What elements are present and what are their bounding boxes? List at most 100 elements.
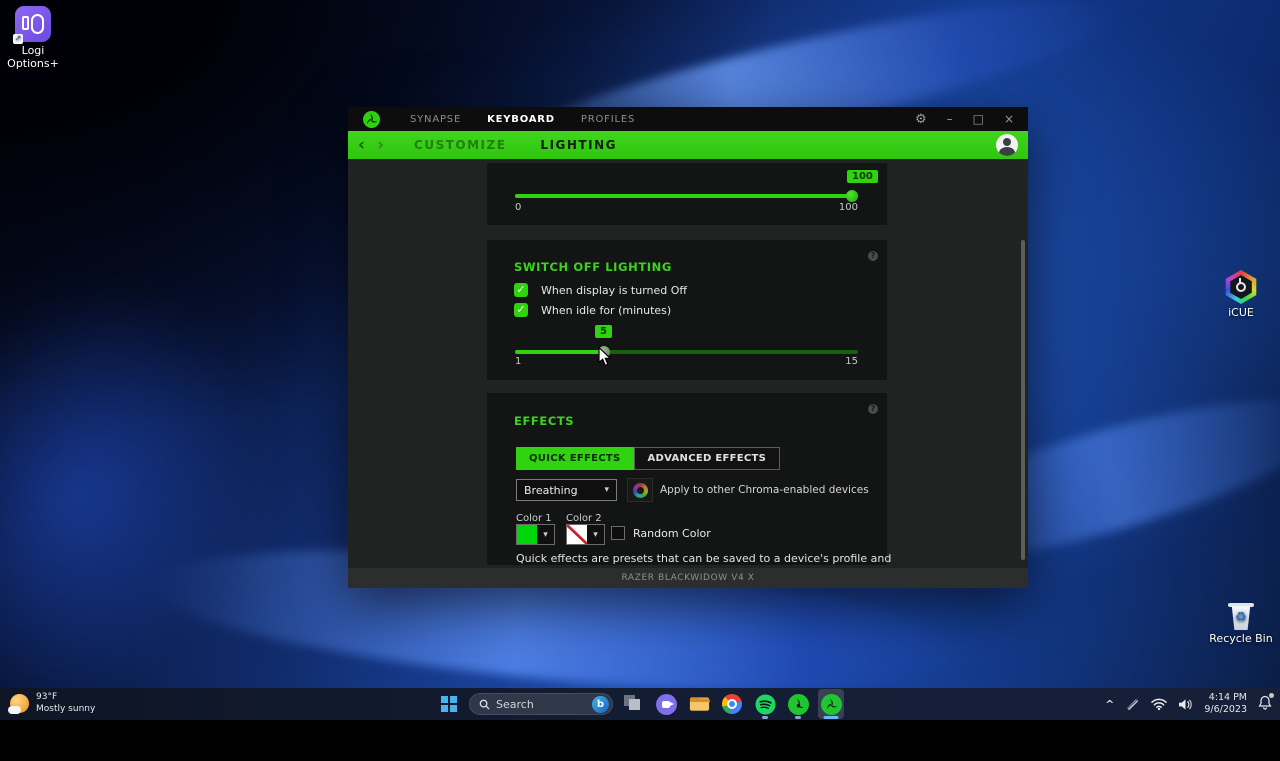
power-icon — [1236, 282, 1246, 292]
taskbar-app-razer-cortex[interactable] — [785, 689, 811, 719]
video-app-icon — [656, 694, 677, 715]
weather-sun-icon — [10, 694, 29, 713]
mouse-cursor — [598, 347, 613, 371]
brightness-value-badge: 100 — [847, 170, 878, 183]
taskbar-app-windows[interactable] — [620, 689, 646, 719]
effects-panel: EFFECTS ? QUICK EFFECTS ADVANCED EFFECTS… — [487, 393, 887, 565]
tab-quick-effects[interactable]: QUICK EFFECTS — [516, 447, 634, 470]
taskbar-search[interactable]: b — [469, 693, 613, 715]
taskbar: 93°F Mostly sunny b — [0, 688, 1280, 720]
running-indicator — [762, 716, 768, 719]
pen-icon[interactable] — [1125, 698, 1140, 711]
taskbar-app-spotify[interactable] — [752, 689, 778, 719]
tray-chevron-up-icon[interactable]: ^ — [1105, 698, 1114, 711]
forward-arrow-icon: › — [377, 137, 384, 154]
logi-options-icon: ↗ — [15, 6, 51, 42]
chevron-down-icon[interactable]: ▾ — [537, 525, 554, 544]
chevron-down-icon[interactable]: ▾ — [587, 525, 604, 544]
window-nav-bar: ‹ › CUSTOMIZE LIGHTING — [348, 131, 1028, 159]
notification-badge — [1269, 693, 1274, 698]
color2-swatch-none[interactable] — [567, 525, 587, 544]
tab-customize[interactable]: CUSTOMIZE — [414, 138, 506, 152]
brightness-slider-handle[interactable] — [846, 190, 858, 202]
chevron-down-icon: ▾ — [604, 485, 609, 495]
brightness-slider-track[interactable] — [515, 194, 858, 198]
desktop-icon-recycle-bin[interactable]: ♻ Recycle Bin — [1208, 602, 1274, 646]
chroma-icon — [633, 483, 648, 498]
taskbar-clock[interactable]: 4:14 PM 9/6/2023 — [1204, 692, 1247, 717]
desktop-icon-logi-options[interactable]: ↗ Logi Options+ — [0, 6, 66, 70]
icue-icon — [1224, 270, 1258, 304]
taskbar-app-chrome[interactable] — [719, 689, 745, 719]
checkbox-label: When display is turned Off — [541, 284, 687, 297]
option-idle[interactable]: ✓ When idle for (minutes) — [514, 303, 671, 317]
checkbox-checked-icon[interactable]: ✓ — [514, 283, 528, 297]
checkbox-label: When idle for (minutes) — [541, 304, 671, 317]
razer-cortex-icon — [788, 694, 809, 715]
tab-lighting[interactable]: LIGHTING — [540, 138, 617, 152]
weather-widget[interactable]: 93°F Mostly sunny — [10, 692, 95, 715]
volume-icon[interactable] — [1178, 698, 1193, 711]
lighting-settings-content: 100 0 100 SWITCH OFF LIGHTING ? ✓ When d… — [348, 159, 1028, 568]
brightness-max-label: 100 — [839, 202, 858, 213]
taskbar-app-video[interactable] — [653, 689, 679, 719]
option-display-off[interactable]: ✓ When display is turned Off — [514, 283, 687, 297]
window-controls: ⚙ – □ × — [915, 113, 1014, 126]
color1-picker[interactable]: ▾ — [516, 524, 555, 545]
maximize-button[interactable]: □ — [973, 113, 984, 125]
tab-keyboard[interactable]: KEYBOARD — [487, 114, 555, 125]
active-window-indicator — [824, 716, 839, 719]
effects-description: Quick effects are presets that can be sa… — [516, 552, 891, 565]
random-color-label: Random Color — [633, 527, 711, 540]
info-icon[interactable]: ? — [868, 404, 878, 414]
clock-date: 9/6/2023 — [1204, 704, 1247, 716]
window-titlebar: SYNAPSE KEYBOARD PROFILES ⚙ – □ × — [348, 107, 1028, 131]
color1-swatch[interactable] — [517, 525, 537, 544]
wifi-icon[interactable] — [1151, 698, 1167, 710]
device-footer: RAZER BLACKWIDOW V4 X — [348, 568, 1028, 588]
back-arrow-icon[interactable]: ‹ — [358, 137, 365, 154]
idle-slider-track[interactable] — [515, 350, 858, 354]
idle-max-label: 15 — [845, 356, 858, 367]
scrollbar-thumb[interactable] — [1021, 240, 1025, 560]
chroma-label: Apply to other Chroma-enabled devices — [660, 484, 869, 496]
file-explorer-icon — [689, 695, 710, 713]
system-tray: ^ 4:14 PM 9/6/2023 — [1105, 688, 1272, 720]
idle-minutes-value-badge: 5 — [595, 325, 612, 338]
windows-logo-icon — [441, 696, 457, 712]
switch-off-lighting-panel: SWITCH OFF LIGHTING ? ✓ When display is … — [487, 240, 887, 380]
spotify-icon — [755, 694, 776, 715]
bing-icon[interactable]: b — [592, 696, 609, 713]
idle-min-label: 1 — [515, 356, 521, 367]
section-title: SWITCH OFF LIGHTING — [514, 260, 672, 274]
tab-synapse[interactable]: SYNAPSE — [410, 114, 461, 125]
tab-advanced-effects[interactable]: ADVANCED EFFECTS — [634, 447, 781, 470]
random-color-checkbox[interactable] — [611, 526, 625, 540]
running-indicator — [795, 716, 801, 719]
color1-label: Color 1 — [516, 513, 552, 524]
notifications-button[interactable] — [1258, 695, 1272, 714]
weather-condition: Mostly sunny — [36, 704, 95, 716]
recycle-symbol-icon: ♻ — [1235, 611, 1247, 626]
tab-profiles[interactable]: PROFILES — [581, 114, 635, 125]
section-title: EFFECTS — [514, 414, 574, 428]
account-avatar[interactable] — [996, 134, 1018, 156]
desktop-icon-icue[interactable]: iCUE — [1208, 270, 1274, 320]
checkbox-checked-icon[interactable]: ✓ — [514, 303, 528, 317]
chroma-toggle-button[interactable] — [627, 478, 653, 502]
effect-selected-value: Breathing — [524, 484, 578, 497]
close-button[interactable]: × — [1004, 113, 1014, 125]
taskbar-app-razer-synapse[interactable] — [818, 689, 844, 719]
minimize-button[interactable]: – — [947, 113, 953, 125]
search-input[interactable] — [496, 698, 586, 711]
brightness-panel: 100 0 100 — [487, 163, 887, 225]
color2-picker[interactable]: ▾ — [566, 524, 605, 545]
effect-select-dropdown[interactable]: Breathing ▾ — [516, 479, 617, 501]
weather-temp: 93°F — [36, 692, 95, 704]
start-button[interactable] — [436, 691, 462, 717]
chrome-icon — [722, 694, 742, 714]
taskbar-app-file-explorer[interactable] — [686, 689, 712, 719]
settings-gear-icon[interactable]: ⚙ — [915, 113, 927, 126]
info-icon[interactable]: ? — [868, 251, 878, 261]
shortcut-arrow-icon: ↗ — [13, 34, 23, 44]
